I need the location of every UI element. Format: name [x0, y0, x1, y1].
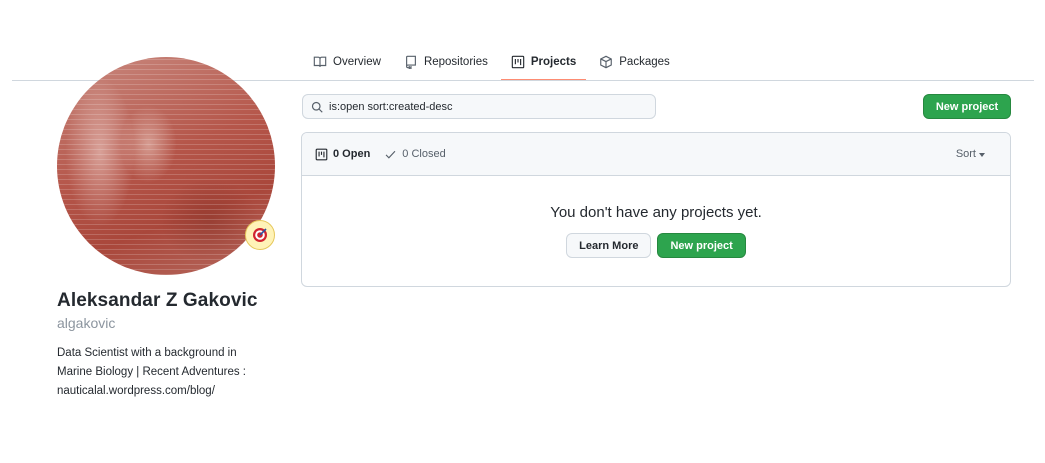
- projects-box: 0 Open 0 Closed Sort You don't have any …: [301, 132, 1011, 287]
- bio-line-link[interactable]: nauticalal.wordpress.com/blog/: [57, 382, 272, 401]
- closed-count: 0 Closed: [402, 148, 446, 160]
- package-icon: [600, 55, 613, 68]
- avatar-texture: [57, 57, 275, 275]
- book-icon: [313, 56, 327, 67]
- empty-state-title: You don't have any projects yet.: [550, 204, 762, 221]
- tab-repositories[interactable]: Repositories: [394, 44, 498, 81]
- profile-tab-nav: Overview Repositories Projects Packages: [303, 44, 683, 81]
- repo-icon: [405, 55, 416, 69]
- status-badge[interactable]: [245, 220, 275, 250]
- tab-projects-label: Projects: [530, 55, 577, 68]
- profile-bio: Data Scientist with a background in Mari…: [57, 344, 272, 401]
- target-icon: [253, 228, 267, 242]
- tab-projects[interactable]: Projects: [500, 44, 587, 81]
- sort-label: Sort: [955, 148, 976, 160]
- empty-state-actions: Learn More New project: [566, 233, 746, 258]
- learn-more-button[interactable]: Learn More: [566, 233, 652, 258]
- search-icon: [311, 101, 323, 113]
- avatar[interactable]: [57, 57, 275, 275]
- profile-username: algakovic: [57, 315, 116, 331]
- open-count: 0 Open: [333, 148, 371, 160]
- check-icon: [385, 150, 396, 159]
- tab-overview-label: Overview: [333, 55, 381, 68]
- bio-line: Marine Biology | Recent Adventures :: [57, 366, 247, 378]
- tab-repositories-label: Repositories: [423, 55, 488, 68]
- project-icon: [315, 148, 328, 160]
- closed-filter[interactable]: 0 Closed: [384, 148, 446, 161]
- open-filter[interactable]: 0 Open: [315, 148, 370, 161]
- tab-packages[interactable]: Packages: [589, 44, 680, 81]
- projects-box-header: 0 Open 0 Closed Sort: [302, 133, 1010, 176]
- sort-dropdown[interactable]: Sort: [956, 148, 985, 160]
- profile-projects-page: Overview Repositories Projects Packages …: [0, 0, 1045, 463]
- tab-packages-label: Packages: [619, 55, 670, 68]
- blankslate: You don't have any projects yet. Learn M…: [302, 176, 1010, 258]
- bio-line: Data Scientist with a background in: [57, 347, 237, 359]
- profile-full-name: Aleksandar Z Gakovic: [57, 290, 258, 311]
- caret-down-icon: [979, 152, 985, 157]
- tab-overview[interactable]: Overview: [303, 44, 391, 81]
- search-input[interactable]: [329, 100, 647, 113]
- new-project-button-inline[interactable]: New project: [657, 233, 746, 258]
- project-search[interactable]: [302, 94, 656, 119]
- new-project-button[interactable]: New project: [923, 94, 1011, 119]
- project-icon: [511, 55, 525, 68]
